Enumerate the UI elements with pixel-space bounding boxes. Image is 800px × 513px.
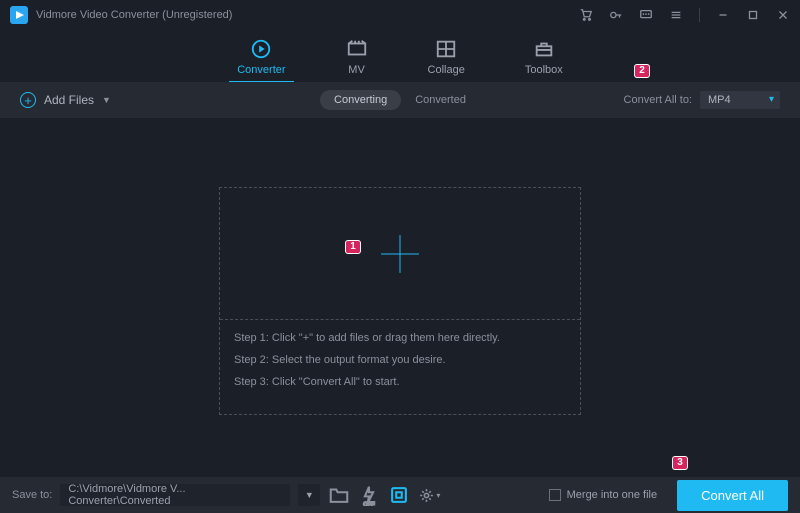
plus-circle-icon: + xyxy=(20,92,36,108)
step-1-text: Step 1: Click "+" to add files or drag t… xyxy=(234,332,566,344)
merge-label: Merge into one file xyxy=(567,489,658,501)
hardware-accel-off-icon[interactable]: OFF xyxy=(358,484,380,506)
settings-icon[interactable]: ▾ xyxy=(418,484,440,506)
add-files-label: Add Files xyxy=(44,93,94,107)
step-3-text: Step 3: Click "Convert All" to start. xyxy=(234,376,566,388)
maximize-icon[interactable] xyxy=(746,8,760,22)
step-2-text: Step 2: Select the output format you des… xyxy=(234,354,566,366)
drop-zone[interactable]: Step 1: Click "+" to add files or drag t… xyxy=(219,187,581,415)
close-icon[interactable] xyxy=(776,8,790,22)
big-plus-button[interactable] xyxy=(377,231,423,277)
main-tabs: Converter MV Collage Toolbox 2 xyxy=(0,30,800,82)
output-path[interactable]: C:\Vidmore\Vidmore V... Converter\Conver… xyxy=(60,484,290,506)
chevron-down-icon: ▼ xyxy=(102,95,111,105)
key-icon[interactable] xyxy=(609,8,623,22)
tab-converter[interactable]: Converter xyxy=(237,38,285,82)
annotation-badge-1: 1 xyxy=(345,240,361,254)
annotation-badge-2: 2 xyxy=(634,64,650,78)
add-files-button[interactable]: + Add Files ▼ xyxy=(20,92,111,108)
open-folder-icon[interactable] xyxy=(328,484,350,506)
checkbox-icon xyxy=(549,489,561,501)
menu-icon[interactable] xyxy=(669,8,683,22)
titlebar-controls xyxy=(579,8,790,22)
mv-icon xyxy=(346,38,368,60)
convert-all-to: Convert All to: MP4 xyxy=(624,91,780,109)
bottom-bar: Save to: C:\Vidmore\Vidmore V... Convert… xyxy=(0,477,800,513)
feedback-icon[interactable] xyxy=(639,8,653,22)
merge-checkbox[interactable]: Merge into one file xyxy=(549,489,658,501)
app-logo xyxy=(10,6,28,24)
minimize-icon[interactable] xyxy=(716,8,730,22)
converter-icon xyxy=(250,38,272,60)
cart-icon[interactable] xyxy=(579,8,593,22)
convert-all-to-label: Convert All to: xyxy=(624,94,692,106)
segment-converting[interactable]: Converting xyxy=(320,90,401,110)
tab-converter-label: Converter xyxy=(237,64,285,76)
status-segment: Converting Converted xyxy=(320,90,480,110)
tab-mv-label: MV xyxy=(348,64,365,76)
instruction-steps: Step 1: Click "+" to add files or drag t… xyxy=(220,320,580,400)
action-toolbar: + Add Files ▼ Converting Converted Conve… xyxy=(0,82,800,118)
title-bar: Vidmore Video Converter (Unregistered) xyxy=(0,0,800,30)
main-area: Step 1: Click "+" to add files or drag t… xyxy=(0,118,800,477)
segment-converted[interactable]: Converted xyxy=(401,90,480,110)
toolbox-icon xyxy=(533,38,555,60)
collage-icon xyxy=(435,38,457,60)
divider xyxy=(699,8,700,22)
convert-all-button[interactable]: Convert All xyxy=(677,480,788,511)
path-dropdown[interactable]: ▼ xyxy=(298,484,320,506)
svg-text:OFF: OFF xyxy=(364,502,376,506)
tab-mv[interactable]: MV xyxy=(346,38,368,82)
tab-collage[interactable]: Collage xyxy=(428,38,465,82)
annotation-badge-3: 3 xyxy=(672,456,688,470)
drop-zone-top xyxy=(220,188,580,320)
app-title: Vidmore Video Converter (Unregistered) xyxy=(36,9,579,21)
save-to-label: Save to: xyxy=(12,489,52,501)
gpu-icon[interactable] xyxy=(388,484,410,506)
tab-toolbox-label: Toolbox xyxy=(525,64,563,76)
tab-toolbox[interactable]: Toolbox xyxy=(525,38,563,82)
format-select[interactable]: MP4 xyxy=(700,91,780,109)
tab-collage-label: Collage xyxy=(428,64,465,76)
